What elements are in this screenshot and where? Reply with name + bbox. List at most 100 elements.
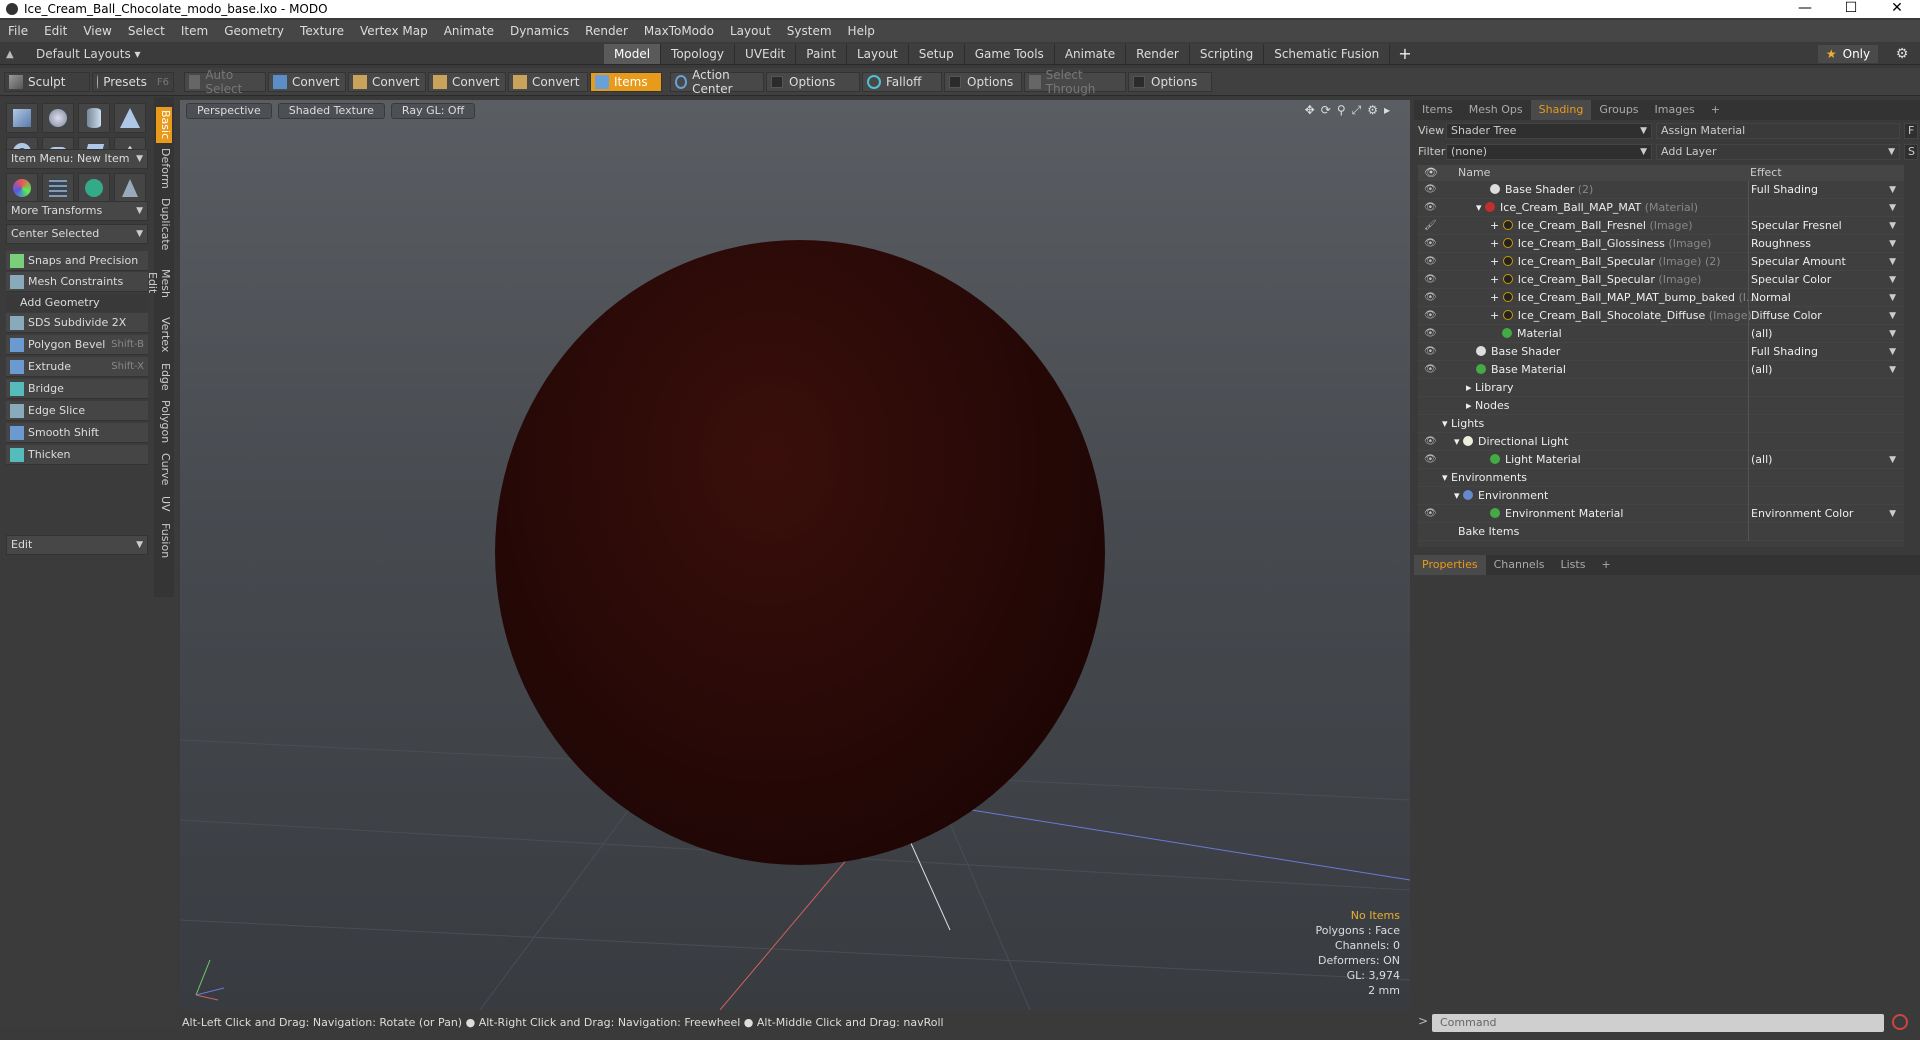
- tree-row[interactable]: ▾ Environment: [1418, 487, 1904, 505]
- assign-material-button[interactable]: Assign Material: [1656, 123, 1900, 139]
- shaded-texture-button[interactable]: Shaded Texture: [277, 103, 385, 119]
- tool-extrude[interactable]: Extrude Shift-X: [6, 357, 148, 377]
- vtab-deform[interactable]: Deform: [156, 147, 172, 189]
- menu-file[interactable]: File: [0, 24, 36, 38]
- tab-setup[interactable]: Setup: [908, 44, 965, 64]
- eye-icon[interactable]: 👁: [1424, 289, 1438, 307]
- tab-uvedit[interactable]: UVEdit: [735, 44, 797, 64]
- vtab-fusion[interactable]: Fusion: [156, 521, 172, 561]
- minimize-button[interactable]: —: [1782, 0, 1828, 18]
- cylinder-primitive-icon[interactable]: [78, 103, 110, 133]
- perspective-button[interactable]: Perspective: [186, 103, 272, 119]
- menu-layout[interactable]: Layout: [722, 24, 779, 38]
- only-button[interactable]: ★ Only: [1818, 45, 1878, 63]
- add-geometry-header[interactable]: Add Geometry: [6, 294, 148, 312]
- tree-row[interactable]: 👁 Material (all) ▼: [1418, 325, 1904, 343]
- tree-row[interactable]: ▸ Library: [1418, 379, 1904, 397]
- tree-row[interactable]: ▾ Lights: [1418, 415, 1904, 433]
- menu-item[interactable]: Item: [173, 24, 216, 38]
- tool-smooth-shift[interactable]: Smooth Shift: [6, 423, 148, 443]
- tool-bridge[interactable]: Bridge: [6, 379, 148, 399]
- vtab-mesh-edit[interactable]: Mesh Edit: [146, 257, 172, 309]
- scale-tool-icon[interactable]: [114, 173, 146, 203]
- add-tab-button[interactable]: +: [1703, 100, 1728, 120]
- layout-toggle-icon[interactable]: ▲: [6, 49, 16, 60]
- tab-images[interactable]: Images: [1647, 100, 1703, 120]
- tree-row[interactable]: 👁 ▾ Directional Light: [1418, 433, 1904, 451]
- mesh-constraints-button[interactable]: Mesh Constraints: [6, 272, 148, 292]
- tool-thicken[interactable]: Thicken: [6, 445, 148, 465]
- eye-icon[interactable]: 👁: [1424, 307, 1438, 325]
- edit-dropdown[interactable]: Edit ▼: [6, 535, 148, 555]
- vtab-curve[interactable]: Curve: [156, 451, 172, 487]
- tab-lists[interactable]: Lists: [1553, 555, 1594, 575]
- vtab-uv[interactable]: UV: [156, 493, 172, 515]
- presets-button[interactable]: Presets F6: [92, 72, 174, 92]
- tab-render[interactable]: Render: [1126, 44, 1190, 64]
- gear-icon[interactable]: ⚙: [1894, 46, 1910, 62]
- tree-row[interactable]: 👁 + Ice_Cream_Ball_Shocolate_Diffuse (Ima…: [1418, 307, 1904, 325]
- auto-select-button[interactable]: Auto Select: [184, 68, 266, 96]
- eye-icon[interactable]: 👁: [1424, 199, 1438, 217]
- eye-icon[interactable]: 👁: [1424, 361, 1438, 379]
- tab-model[interactable]: Model: [604, 44, 662, 64]
- vtab-polygon[interactable]: Polygon: [156, 399, 172, 445]
- eye-icon[interactable]: 👁: [1424, 343, 1438, 361]
- tab-properties[interactable]: Properties: [1414, 555, 1486, 575]
- tool-edge-slice[interactable]: Edge Slice: [6, 401, 148, 421]
- tab-schematic-fusion[interactable]: Schematic Fusion: [1264, 44, 1391, 64]
- viewport-nav-icons[interactable]: ✥⟳⚲⤢⚙▸: [1305, 103, 1396, 118]
- eye-icon[interactable]: 👁: [1424, 451, 1438, 469]
- vtab-duplicate[interactable]: Duplicate: [156, 197, 172, 251]
- convert-vertices-button[interactable]: Convert: [268, 72, 346, 92]
- tab-game-tools[interactable]: Game Tools: [964, 44, 1055, 64]
- tree-row[interactable]: 👁 Environment Material Environment Color ▼: [1418, 505, 1904, 523]
- cube-primitive-icon[interactable]: [6, 103, 38, 133]
- options-button-3[interactable]: Options: [1128, 72, 1212, 92]
- menu-edit[interactable]: Edit: [36, 24, 75, 38]
- tree-row[interactable]: 👁 + Ice_Cream_Ball_Specular (Image) (2) Sp…: [1418, 253, 1904, 271]
- tool-sds-subdivide[interactable]: SDS Subdivide 2X: [6, 313, 148, 333]
- menu-view[interactable]: View: [75, 24, 119, 38]
- add-tab-button[interactable]: +: [1593, 555, 1618, 575]
- globe-tool-icon[interactable]: [78, 173, 110, 203]
- center-selected-dropdown[interactable]: Center Selected ▼: [6, 224, 148, 244]
- convert-edges-button[interactable]: Convert: [348, 72, 426, 92]
- add-tab-button[interactable]: +: [1390, 44, 1419, 64]
- sphere-primitive-icon[interactable]: [42, 103, 74, 133]
- menu-geometry[interactable]: Geometry: [216, 24, 292, 38]
- cone-primitive-icon[interactable]: [114, 103, 146, 133]
- tree-row[interactable]: 👁 Base Shader Full Shading ▼: [1418, 343, 1904, 361]
- filter-dropdown[interactable]: (none) ▼: [1446, 144, 1652, 160]
- command-input[interactable]: Command: [1432, 1014, 1884, 1032]
- convert-items-button[interactable]: Convert: [508, 72, 588, 92]
- raygl-button[interactable]: Ray GL: Off: [390, 103, 476, 119]
- vtab-basic[interactable]: Basic: [156, 107, 172, 143]
- menu-select[interactable]: Select: [120, 24, 173, 38]
- more-transforms-dropdown[interactable]: More Transforms ▼: [6, 201, 148, 221]
- record-icon[interactable]: [1892, 1014, 1908, 1030]
- menu-system[interactable]: System: [779, 24, 840, 38]
- options-button-1[interactable]: Options: [766, 72, 860, 92]
- close-button[interactable]: ✕: [1874, 0, 1920, 18]
- tree-row[interactable]: 👁 + Ice_Cream_Ball_MAP_MAT_bump_baked (I.…: [1418, 289, 1904, 307]
- tree-row[interactable]: ▾ Environments: [1418, 469, 1904, 487]
- item-menu-dropdown[interactable]: Item Menu: New Item ▼: [6, 149, 148, 169]
- tool-polygon-bevel[interactable]: Polygon Bevel Shift-B: [6, 335, 148, 355]
- convert-polygons-button[interactable]: Convert: [428, 72, 506, 92]
- tree-row[interactable]: 👁 ▾ Ice_Cream_Ball_MAP_MAT (Material) ▼: [1418, 199, 1904, 217]
- tree-row[interactable]: 👁 + Ice_Cream_Ball_Glossiness (Image) Roug…: [1418, 235, 1904, 253]
- brush-icon[interactable]: 🖌: [1424, 217, 1438, 235]
- tree-row[interactable]: 👁 Base Shader (2) Full Shading ▼: [1418, 181, 1904, 199]
- tab-scripting[interactable]: Scripting: [1189, 44, 1265, 64]
- view-dropdown[interactable]: Shader Tree ▼: [1446, 123, 1652, 139]
- tree-row[interactable]: 👁 Base Material (all) ▼: [1418, 361, 1904, 379]
- options-checkbox-1[interactable]: [771, 76, 783, 88]
- options-checkbox-3[interactable]: [1133, 76, 1145, 88]
- tab-mesh-ops[interactable]: Mesh Ops: [1461, 100, 1531, 120]
- falloff-button[interactable]: Falloff: [862, 72, 942, 92]
- menu-animate[interactable]: Animate: [436, 24, 502, 38]
- eye-icon[interactable]: 👁: [1424, 253, 1438, 271]
- eye-icon[interactable]: 👁: [1424, 235, 1438, 253]
- chocolate-ice-cream-ball[interactable]: [495, 240, 1105, 865]
